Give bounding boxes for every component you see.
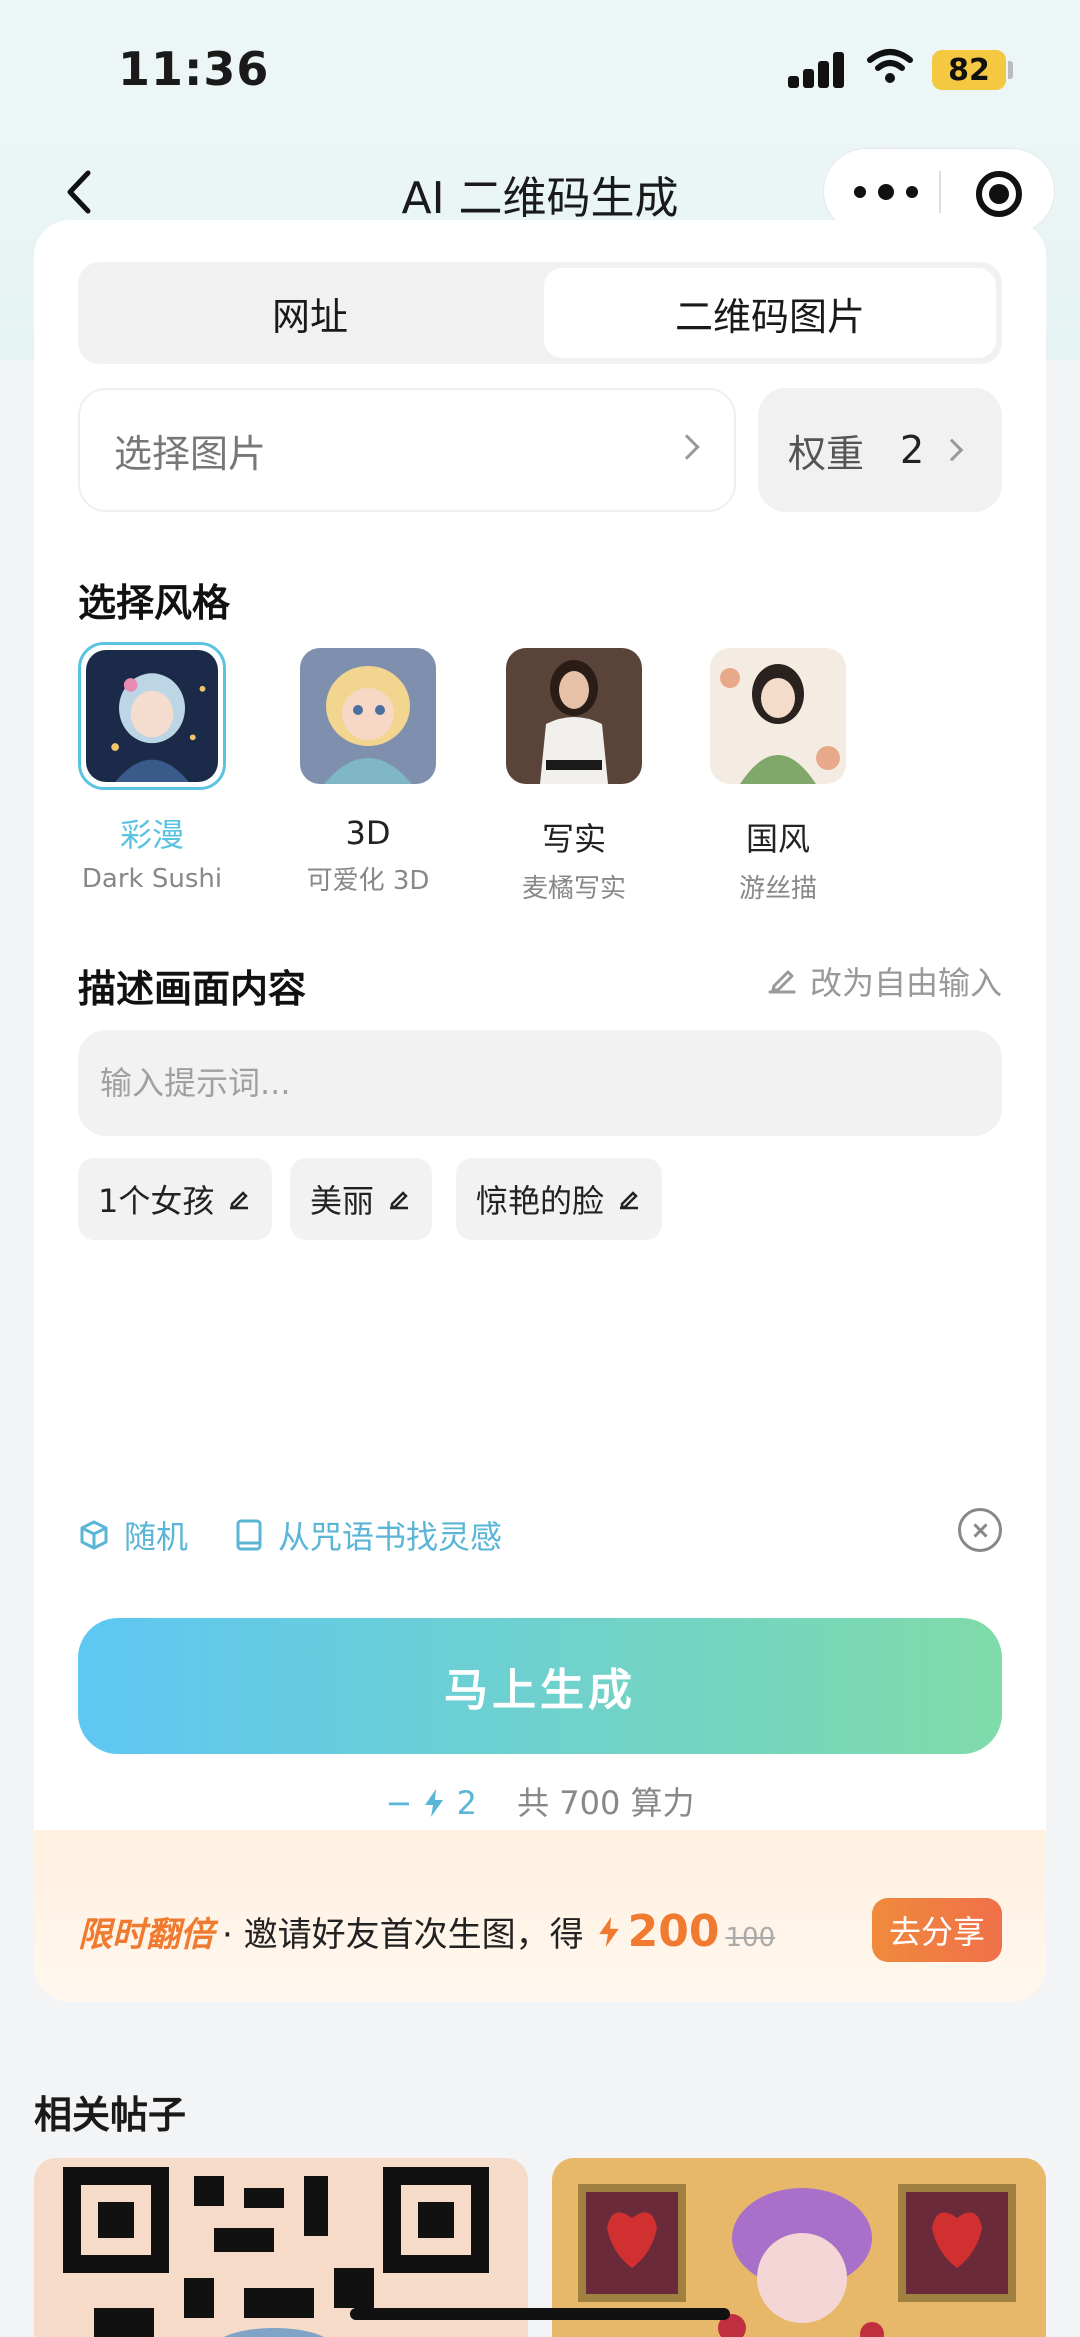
cost-value: 2 — [456, 1784, 477, 1822]
share-button[interactable]: 去分享 — [872, 1898, 1002, 1962]
promo-old-amount: 100 — [725, 1923, 776, 1953]
style-thumb-frame — [78, 642, 226, 790]
edit-icon — [620, 1191, 639, 1210]
total-power: 共 700 算力 — [517, 1784, 695, 1822]
tab-url[interactable]: 网址 — [84, 268, 536, 358]
chevron-right-icon — [674, 434, 700, 460]
battery-tip — [1008, 61, 1013, 79]
style-thumb-anime — [86, 650, 218, 782]
signal-icon — [788, 52, 844, 88]
style-sub: 游丝描 — [738, 874, 817, 904]
more-icon[interactable] — [854, 177, 918, 207]
style-item-caiman[interactable]: 彩漫 Dark Sushi — [62, 642, 242, 894]
cost-minus: − — [385, 1784, 413, 1822]
prompt-tag[interactable]: 惊艳的脸 — [456, 1158, 663, 1240]
status-bar: 11:36 82 — [0, 0, 1080, 140]
promo-description: · 邀请好友首次生图，得 — [222, 1915, 584, 1955]
capsule-divider — [939, 171, 941, 213]
wifi-icon — [867, 49, 913, 83]
promo-banner: 限时翻倍 · 邀请好友首次生图，得 200 100 去分享 — [34, 1830, 1046, 2002]
edit-icon — [230, 1191, 249, 1210]
free-input-toggle[interactable]: 改为自由输入 — [766, 958, 1002, 1004]
tab-qr-image[interactable]: 二维码图片 — [544, 268, 996, 358]
chevron-right-icon — [940, 438, 964, 462]
style-sub: 麦橘写实 — [521, 874, 626, 904]
generate-button[interactable]: 马上生成 — [78, 1618, 1002, 1754]
edit-icon — [390, 1191, 409, 1210]
source-tabs: 网址 二维码图片 — [78, 262, 1002, 364]
style-thumb-3d — [300, 648, 436, 784]
lightning-icon — [598, 1916, 619, 1947]
battery-icon: 82 — [932, 50, 1006, 90]
select-image-button[interactable]: 选择图片 — [78, 388, 736, 512]
prompt-input[interactable] — [78, 1030, 1002, 1136]
style-section-title: 选择风格 — [78, 581, 231, 625]
style-sub: 可爱化 3D — [306, 866, 430, 896]
style-item-guofeng[interactable]: 国风 游丝描 — [688, 648, 868, 905]
prompt-tag[interactable]: 1个女孩 — [78, 1158, 273, 1240]
weight-selector[interactable]: 权重 2 — [758, 388, 1002, 512]
home-indicator — [350, 2308, 730, 2320]
style-thumb-guofeng — [710, 648, 846, 784]
close-miniprogram-icon[interactable] — [976, 171, 1022, 217]
main-card: 网址 二维码图片 选择图片 权重 2 选择风格 彩漫 Dark Sushi 3D… — [34, 220, 1046, 1868]
style-sub: Dark Sushi — [81, 864, 223, 894]
style-item-3d[interactable]: 3D 可爱化 3D — [278, 648, 458, 897]
style-item-realistic[interactable]: 写实 麦橘写实 — [484, 648, 664, 905]
dice-icon — [80, 1520, 108, 1550]
prompt-actions: 随机 从咒语书找灵感 — [78, 1508, 1002, 1568]
style-name: 国风 — [745, 820, 810, 858]
promo-amount: 200 — [627, 1906, 720, 1957]
style-name: 3D — [345, 814, 391, 852]
prompt-tag-label: 惊艳的脸 — [476, 1182, 605, 1220]
cost-info: − 2 共 700 算力 — [34, 1778, 1046, 1824]
lightning-icon — [425, 1789, 444, 1817]
weight-value: 2 — [900, 428, 925, 472]
clear-icon[interactable] — [958, 1508, 1002, 1552]
random-label: 随机 — [124, 1518, 189, 1556]
book-icon — [236, 1519, 262, 1551]
promo-hot-label: 限时翻倍 — [78, 1915, 214, 1955]
spellbook-button[interactable]: 从咒语书找灵感 — [234, 1512, 502, 1558]
cost-amount: − 2 — [385, 1784, 487, 1822]
free-input-label: 改为自由输入 — [809, 964, 1002, 1002]
weight-label: 权重 — [788, 431, 865, 476]
prompt-tag[interactable]: 美丽 — [290, 1158, 433, 1240]
style-thumb-realistic — [506, 648, 642, 784]
prompt-tag-label: 1个女孩 — [98, 1182, 215, 1220]
pen-icon — [768, 970, 796, 994]
promo-text: 限时翻倍 · 邀请好友首次生图，得 200 100 — [78, 1906, 775, 1957]
style-name: 写实 — [541, 820, 606, 858]
spellbook-label: 从咒语书找灵感 — [278, 1518, 503, 1556]
prompt-tag-label: 美丽 — [310, 1182, 375, 1220]
status-time: 11:36 — [118, 42, 270, 96]
describe-section-title: 描述画面内容 — [78, 967, 307, 1011]
select-image-label: 选择图片 — [114, 431, 267, 476]
related-posts-title: 相关帖子 — [34, 2093, 187, 2137]
style-name: 彩漫 — [119, 816, 184, 854]
random-button[interactable]: 随机 — [78, 1512, 188, 1558]
